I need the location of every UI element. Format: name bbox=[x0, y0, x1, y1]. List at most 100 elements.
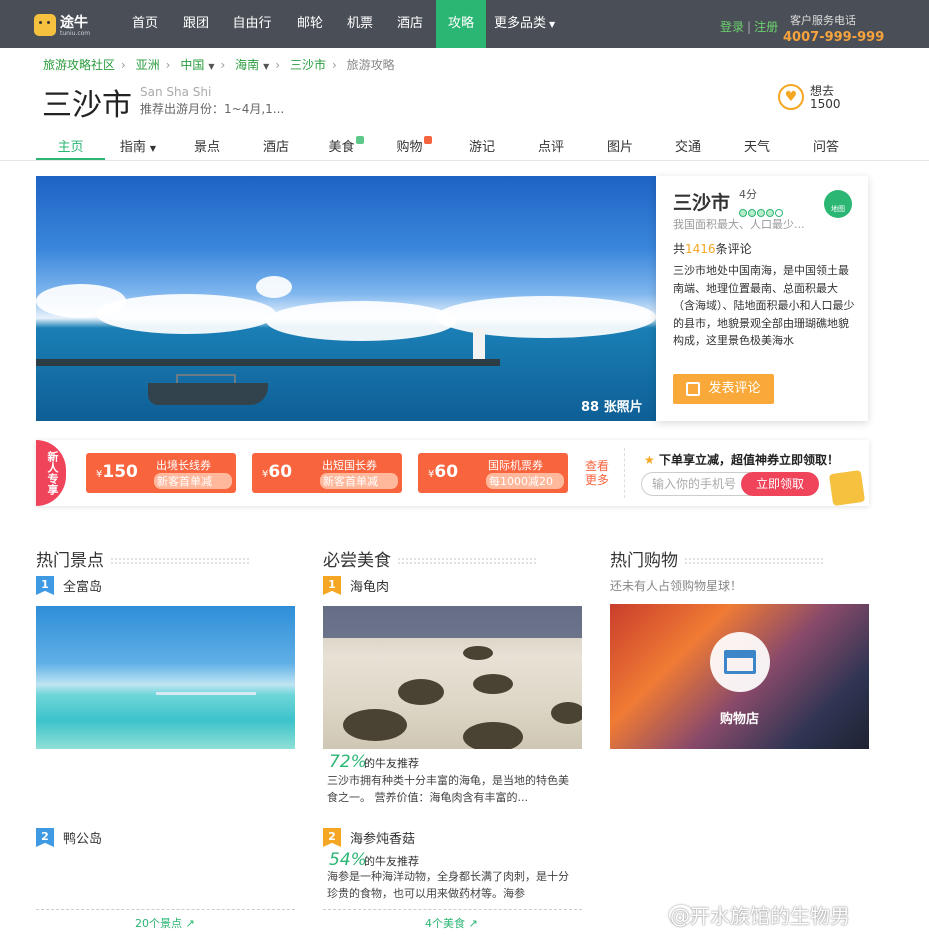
tab-guide[interactable]: 指南 ▼ bbox=[112, 136, 164, 155]
tab-reviews[interactable]: 点评 bbox=[529, 136, 573, 155]
city-sub-navigation: 主页 指南 ▼ 景点 酒店 美食 购物 游记 点评 图片 交通 天气 问答 bbox=[0, 128, 929, 161]
breadcrumb-sansha[interactable]: 三沙市 bbox=[290, 58, 326, 72]
rank-1-icon: 1 bbox=[36, 576, 54, 595]
coupon-intl-flight[interactable]: ¥60 国际机票券 每1000减20 bbox=[418, 453, 568, 493]
view-more-coupons-link[interactable]: 查看更多 bbox=[585, 459, 611, 487]
turtle-shape bbox=[343, 709, 407, 741]
food-name-2[interactable]: 海参炖香菇 bbox=[350, 828, 415, 847]
horizon-island-shape bbox=[156, 692, 256, 695]
store-icon bbox=[724, 650, 756, 674]
nav-group-tour[interactable]: 跟团 bbox=[176, 0, 216, 48]
tab-home[interactable]: 主页 bbox=[36, 136, 105, 160]
coupon-title: 国际机票券 bbox=[488, 459, 543, 472]
top-navigation-bar: 途牛 tuniu.com 首页 跟团 自由行 邮轮 机票 酒店 攻略 更多品类 ▼… bbox=[0, 0, 929, 48]
lighthouse-shape bbox=[473, 328, 485, 362]
tab-weather[interactable]: 天气 bbox=[735, 136, 779, 155]
page-title: 三沙市 bbox=[42, 88, 132, 123]
nav-home[interactable]: 首页 bbox=[125, 0, 165, 48]
people-shape bbox=[323, 606, 582, 638]
write-review-label: 发表评论 bbox=[708, 381, 761, 396]
tab-hotels[interactable]: 酒店 bbox=[254, 136, 298, 155]
shopping-photo[interactable]: 购物店 bbox=[610, 604, 869, 749]
coupon-outbound-short[interactable]: ¥60 出短国长券 新客首单减 bbox=[252, 453, 402, 493]
coupon-outbound-long[interactable]: ¥150 出境长线券 新客首单减 bbox=[86, 453, 236, 493]
dropdown-icon[interactable]: ▼ bbox=[208, 62, 214, 71]
review-prefix: 共 bbox=[673, 242, 686, 256]
must-try-food-heading: 必尝美食 bbox=[323, 546, 537, 571]
nav-independent[interactable]: 自由行 bbox=[228, 0, 276, 48]
hot-sights-heading: 热门景点 bbox=[36, 546, 250, 571]
coupon-value: 60 bbox=[434, 462, 459, 482]
watermark: @开水族馆的生物男 bbox=[670, 904, 850, 928]
turtle-shape bbox=[473, 674, 513, 694]
sight-name-2[interactable]: 鸭公岛 bbox=[63, 828, 102, 847]
tab-transport[interactable]: 交通 bbox=[666, 136, 710, 155]
nav-more-categories[interactable]: 更多品类 ▼ bbox=[494, 0, 560, 48]
logo-domain: tuniu.com bbox=[60, 30, 91, 37]
divider bbox=[36, 909, 295, 910]
turtle-shape bbox=[463, 722, 523, 749]
want-to-go-count: 1500 bbox=[810, 97, 841, 111]
heart-icon[interactable]: ♥ bbox=[778, 84, 804, 110]
city-pinyin: San Sha Shi bbox=[140, 85, 212, 99]
review-count[interactable]: 共1416条评论 bbox=[673, 240, 752, 257]
divider: | bbox=[747, 20, 752, 34]
breadcrumb-sep-icon: › bbox=[165, 58, 171, 72]
arrow-icon: ↗ bbox=[468, 917, 478, 930]
nav-cruise[interactable]: 邮轮 bbox=[290, 0, 330, 48]
map-label: 地图 bbox=[831, 205, 845, 213]
food-recommend-label-2: 的牛友推荐 bbox=[364, 855, 419, 868]
dropdown-icon[interactable]: ▼ bbox=[263, 62, 269, 71]
breadcrumb-sep-icon: › bbox=[275, 58, 281, 72]
login-register: 登录 | 注册 bbox=[720, 18, 778, 35]
map-icon[interactable]: 地图 bbox=[824, 190, 852, 218]
sight-photo-1[interactable] bbox=[36, 606, 295, 749]
info-score: 4分 bbox=[739, 188, 757, 201]
hero-photo[interactable]: 88 张照片 bbox=[36, 176, 656, 421]
coupon-amount: ¥60 bbox=[428, 462, 458, 482]
photo-count[interactable]: 88 张照片 bbox=[581, 396, 643, 415]
more-sights-link[interactable]: 20个景点 ↗ bbox=[135, 915, 195, 931]
cloud-shape bbox=[96, 294, 276, 334]
breadcrumb-community[interactable]: 旅游攻略社区 bbox=[43, 58, 115, 72]
cloud-shape bbox=[266, 301, 456, 341]
write-review-button[interactable]: 发表评论 bbox=[673, 374, 774, 404]
hot-shopping-heading: 热门购物 bbox=[610, 546, 824, 571]
nav-hotel[interactable]: 酒店 bbox=[390, 0, 430, 48]
more-food-link[interactable]: 4个美食 ↗ bbox=[425, 915, 478, 931]
tab-photos[interactable]: 图片 bbox=[598, 136, 642, 155]
food-recommend-label-1: 的牛友推荐 bbox=[364, 757, 419, 770]
city-info-card: 三沙市 4分 地图 我国面积最大、人口最少... 共1416条评论 三沙市地处中… bbox=[656, 176, 868, 421]
store-label: 购物店 bbox=[719, 712, 759, 727]
tab-qa[interactable]: 问答 bbox=[804, 136, 848, 155]
tab-food[interactable]: 美食 bbox=[324, 136, 368, 155]
register-link[interactable]: 注册 bbox=[754, 20, 778, 34]
breadcrumb-sep-icon: › bbox=[121, 58, 126, 72]
coupon-amount: ¥150 bbox=[96, 462, 138, 482]
review-number: 1416 bbox=[685, 242, 716, 256]
food-desc-2: 海参是一种海洋动物，全身都长满了肉刺，是十分珍贵的食物，也可以用来做药材等。海参 bbox=[327, 870, 569, 900]
food-photo-1[interactable] bbox=[323, 606, 582, 749]
service-label: 客户服务电话 bbox=[790, 14, 856, 27]
nav-flights[interactable]: 机票 bbox=[340, 0, 380, 48]
more-sights-label: 20个景点 bbox=[135, 917, 182, 930]
breadcrumb: 旅游攻略社区 › 亚洲 › 中国 ▼ › 海南 ▼ › 三沙市 › 旅游攻略 bbox=[43, 56, 395, 73]
phone-input[interactable]: 输入你的手机号 bbox=[641, 472, 751, 496]
food-name-1[interactable]: 海龟肉 bbox=[350, 576, 389, 595]
breadcrumb-asia[interactable]: 亚洲 bbox=[136, 58, 160, 72]
nav-guides[interactable]: 攻略 bbox=[436, 0, 486, 48]
tab-shopping[interactable]: 购物 bbox=[392, 136, 436, 155]
login-link[interactable]: 登录 bbox=[720, 20, 744, 34]
sight-name-1[interactable]: 全富岛 bbox=[63, 576, 102, 595]
breadcrumb-sep-icon: › bbox=[220, 58, 226, 72]
nav-more-label: 更多品类 bbox=[494, 16, 547, 31]
tab-travelogues[interactable]: 游记 bbox=[460, 136, 504, 155]
turtle-shape bbox=[551, 702, 582, 724]
tuniu-logo[interactable]: 途牛 tuniu.com bbox=[34, 12, 96, 38]
breadcrumb-china[interactable]: 中国 bbox=[180, 58, 204, 72]
food-recommend-pct-1: 72% bbox=[329, 752, 367, 772]
breadcrumb-hainan[interactable]: 海南 bbox=[235, 58, 259, 72]
pier-shape bbox=[36, 359, 500, 366]
tab-sights[interactable]: 景点 bbox=[185, 136, 229, 155]
claim-coupon-button[interactable]: 立即领取 bbox=[741, 472, 819, 496]
